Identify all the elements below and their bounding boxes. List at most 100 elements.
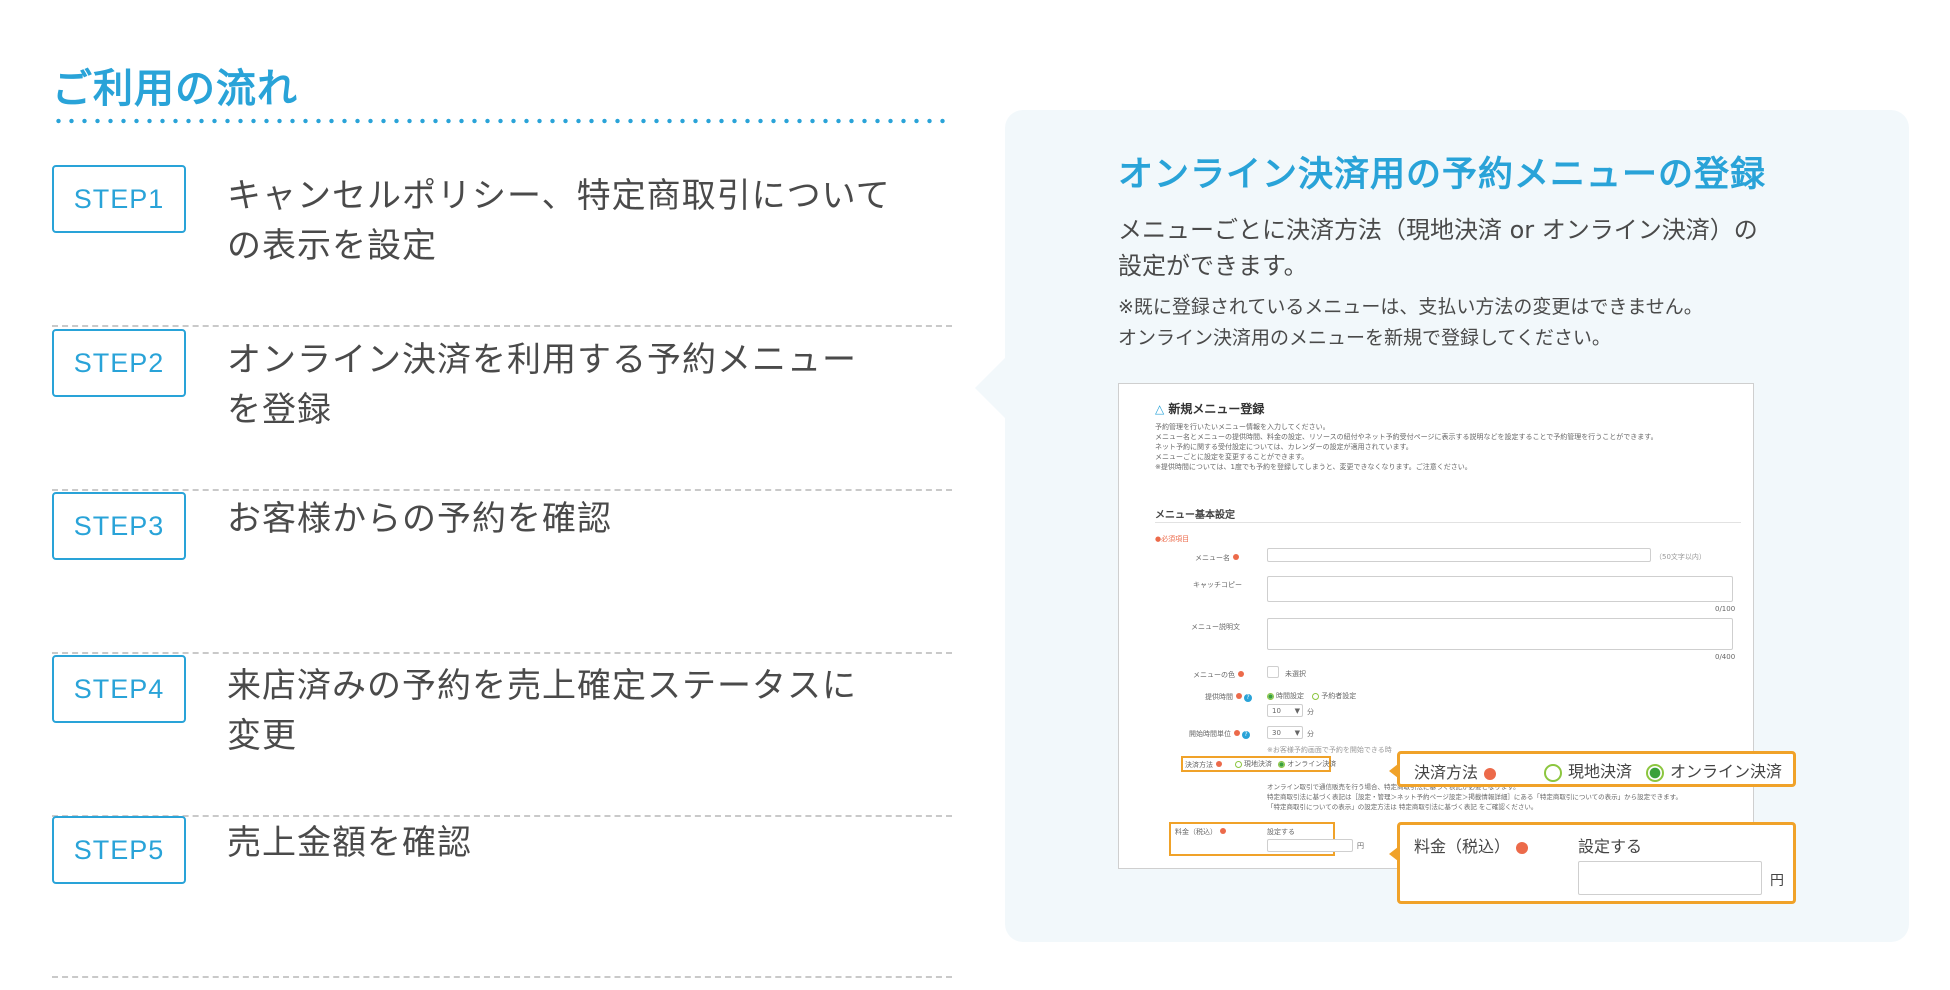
step-badge-2: STEP2 [52,329,186,397]
desc-count: 0/400 [1715,653,1736,661]
help-icon[interactable]: ? [1242,731,1250,739]
start-label-text: 開始時間単位 [1189,730,1231,738]
radio-pay-online[interactable] [1278,760,1286,768]
section-divider [1155,522,1741,523]
required-dot [1233,554,1239,560]
radio-pay-onsite[interactable] [1235,760,1242,768]
callout-pay-label-text: 決済方法 [1414,763,1479,782]
color-label-text: メニューの色 [1193,671,1235,679]
price-label: 料金（税込） [1175,827,1226,837]
step-divider [52,325,952,327]
step-text-5: 売上金額を確認 [227,823,472,863]
panel-note: ※既に登録されているメニューは、支払い方法の変更はできません。 オンライン決済用… [1118,296,1703,349]
price-unit: 円 [1357,842,1364,850]
required-dot [1234,730,1240,736]
section-title: ご利用の流れ [52,66,298,112]
required-dot [1516,841,1529,854]
step-divider [52,489,952,491]
radio-duration-time[interactable] [1267,692,1274,700]
caret-down-icon: ▼ [1294,729,1300,737]
radio-online-icon[interactable] [1646,763,1664,782]
callout-price-label-text: 料金（税込） [1414,837,1511,856]
duration-label-text: 提供時間 [1205,693,1233,701]
panel-title: オンライン決済用の予約メニューの登録 [1118,155,1767,195]
callout-price-input[interactable] [1578,861,1762,895]
step-divider [52,976,952,978]
duration-opt1: 時間設定 [1276,692,1304,700]
required-note: ●必須項目 [1155,535,1190,543]
panel-description: メニューごとに決済方法（現地決済 or オンライン決済）の 設定ができます。 [1118,216,1758,280]
step-row-2: STEP2 オンライン決済を利用する予約メニュー を登録 [52,329,952,491]
name-label: メニュー名 [1195,553,1239,563]
step-text-4: 来店済みの予約を売上確定ステータスに 変更 [227,666,857,756]
callout-price-unit: 円 [1770,873,1784,889]
price-callout: 料金（税込） 設定する 円 [1389,822,1796,904]
step-row-3: STEP3 お客様からの予約を確認 [52,492,952,654]
price-set: 設定する [1267,828,1295,836]
start-label: 開始時間単位? [1189,729,1250,739]
duration-value: 10 [1272,707,1281,715]
pay-label: 決済方法 [1185,760,1222,770]
menu-name-input[interactable] [1267,548,1651,562]
callout-price-set: 設定する [1578,837,1643,856]
radio-duration-user[interactable] [1312,692,1320,700]
form-title: △ 新規メニュー登録 [1155,400,1264,417]
price-input[interactable] [1267,839,1353,852]
price-label-text: 料金（税込） [1175,828,1217,836]
start-unit-select[interactable]: 30 ▼ [1267,726,1303,739]
pay-options: 現地決済 オンライン決済 [1235,759,1336,769]
required-dot [1220,828,1226,834]
title-dotted-divider [52,118,952,124]
required-dot [1236,693,1242,699]
step-row-1: STEP1 キャンセルポリシー、特定商取引について の表示を設定 [52,165,952,327]
desc-label: メニュー説明文 [1191,623,1240,631]
required-dot [1238,671,1244,677]
form-intro: 予約管理を行いたいメニュー情報を入力してください。 メニュー名とメニューの提供時… [1155,423,1658,471]
help-icon[interactable]: ? [1244,694,1252,702]
triangle-logo-icon: △ [1155,402,1165,416]
name-hint: （50文字以内） [1655,553,1706,561]
start-unit: 分 [1307,730,1314,738]
duration-unit: 分 [1307,708,1314,716]
color-value: 未選択 [1285,670,1306,678]
required-dot [1216,761,1222,767]
step-text-3: お客様からの予約を確認 [227,499,612,539]
step-badge-3: STEP3 [52,492,186,560]
catch-count: 0/100 [1715,605,1736,613]
menu-description-input[interactable] [1267,618,1733,650]
callout-price-label: 料金（税込） [1414,833,1529,857]
callout-pay-label: 決済方法 [1414,759,1497,783]
pay-method-callout: 決済方法 現地決済 オンライン決済 [1389,751,1796,787]
duration-select[interactable]: 10 ▼ [1267,704,1303,717]
color-label: メニューの色 [1193,670,1244,680]
panel-pointer [975,358,1005,418]
pay-opt2: オンライン決済 [1287,760,1337,768]
catch-copy-input[interactable] [1267,576,1733,602]
callout-pay-option-onsite[interactable]: 現地決済 [1544,758,1632,782]
duration-opt2: 予約者設定 [1321,692,1357,700]
step-divider [52,652,952,654]
step-badge-1: STEP1 [52,165,186,233]
callout-pay-opt1: 現地決済 [1568,762,1633,781]
radio-onsite-icon[interactable] [1544,763,1562,782]
step-row-4: STEP4 来店済みの予約を売上確定ステータスに 変更 [52,655,952,817]
pay-opt1: 現地決済 [1244,760,1272,768]
pay-label-text: 決済方法 [1185,761,1213,769]
form-screenshot: △ 新規メニュー登録 予約管理を行いたいメニュー情報を入力してください。 メニュ… [1118,383,1754,869]
duration-options: 時間設定 予約者設定 [1267,691,1356,701]
callout-pointer [1389,764,1398,778]
callout-pay-option-online[interactable]: オンライン決済 [1646,758,1782,782]
caret-down-icon: ▼ [1294,707,1300,715]
color-swatch[interactable] [1267,666,1279,678]
callout-pointer [1389,847,1398,861]
step-badge-5: STEP5 [52,816,186,884]
start-hint: ※お客様予約画面で予約を開始できる時 [1267,746,1392,754]
step-badge-4: STEP4 [52,655,186,723]
duration-label: 提供時間? [1205,692,1252,702]
catch-label: キャッチコピー [1193,581,1242,589]
step-text-1: キャンセルポリシー、特定商取引について の表示を設定 [227,176,891,266]
callout-pay-opt2: オンライン決済 [1670,762,1783,781]
required-dot [1484,767,1497,780]
form-section-title: メニュー基本設定 [1155,510,1235,521]
start-value: 30 [1272,729,1281,737]
